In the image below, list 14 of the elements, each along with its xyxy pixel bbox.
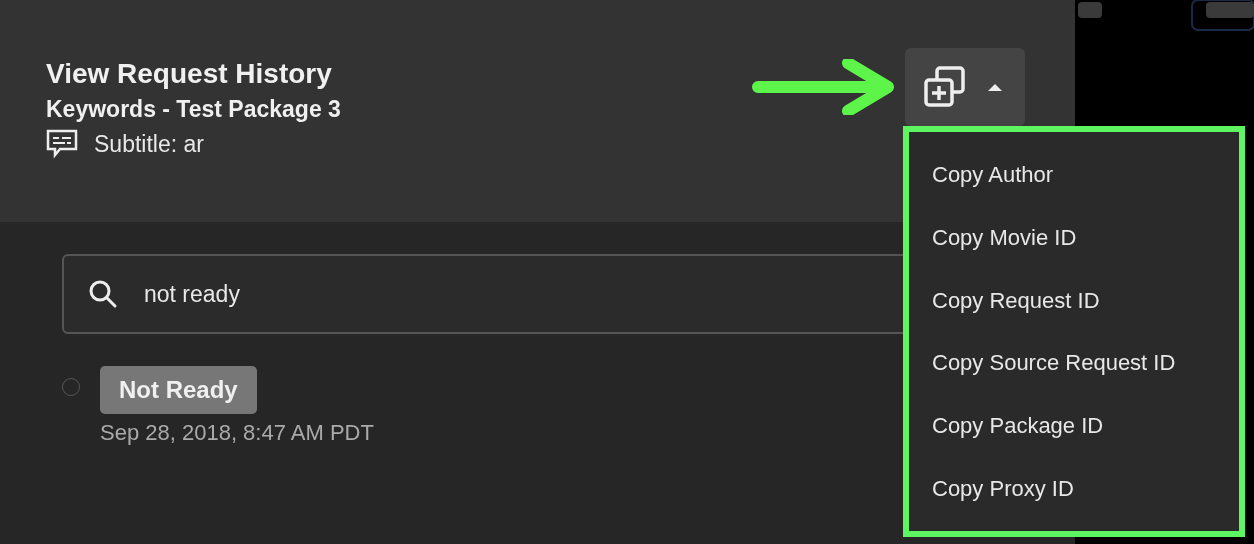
timestamp: Sep 28, 2018, 8:47 AM PDT: [100, 419, 374, 447]
menu-item[interactable]: Copy Package ID: [909, 394, 1239, 458]
menu-item[interactable]: Copy Author: [909, 143, 1239, 206]
subtitles-icon: [46, 129, 78, 160]
package-name: Keywords - Test Package 3: [46, 95, 341, 124]
status-badge: Not Ready: [100, 366, 257, 414]
menu-item[interactable]: Copy Source Request ID: [909, 331, 1239, 395]
search-icon: [88, 279, 118, 309]
dialog-title: View Request History: [46, 57, 332, 91]
menu-item[interactable]: Copy Proxy ID: [909, 457, 1239, 520]
copy-add-icon: [923, 66, 967, 108]
subtitle-label: Subtitle: ar: [94, 130, 204, 159]
caret-icon: [987, 82, 1003, 92]
copy-menu-button[interactable]: [905, 48, 1025, 126]
